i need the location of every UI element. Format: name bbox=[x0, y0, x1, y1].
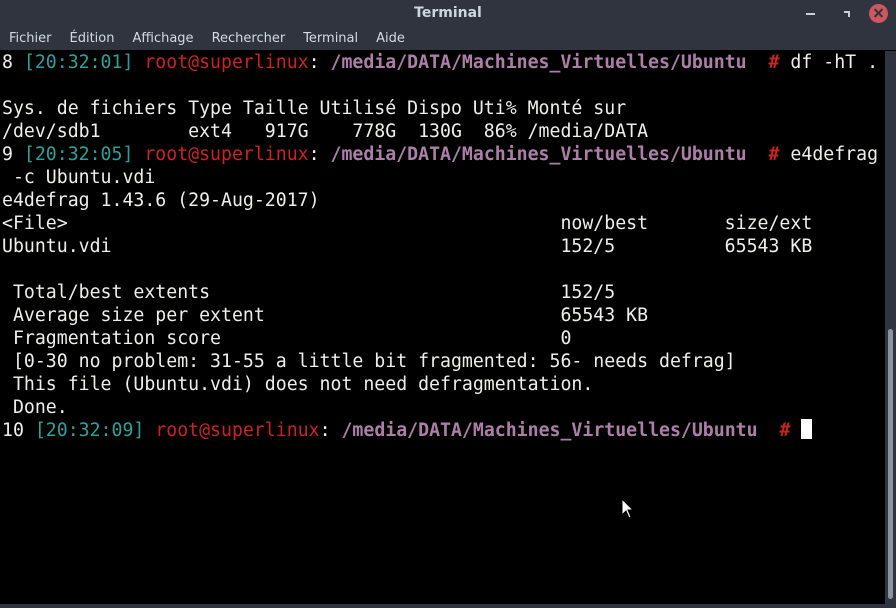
prompt-hash: # bbox=[768, 144, 780, 165]
stat-line: Done. bbox=[2, 397, 68, 418]
prompt-hash: # bbox=[779, 420, 791, 441]
line-number: 9 bbox=[2, 144, 13, 165]
line-number: 8 bbox=[2, 52, 13, 73]
menu-fichier[interactable]: Fichier bbox=[0, 27, 61, 50]
command-text: e4defrag bbox=[790, 144, 879, 165]
menu-edition[interactable]: Édition bbox=[61, 27, 124, 50]
prompt-time: [20:32:05] bbox=[23, 144, 134, 165]
command-text: df -hT . bbox=[790, 52, 879, 73]
scrollbar-thumb[interactable] bbox=[888, 329, 893, 599]
prompt-colon: : bbox=[308, 144, 320, 165]
stat-line: Total/best extents 152/5 bbox=[2, 282, 616, 303]
command-continuation: -c Ubuntu.vdi bbox=[2, 167, 156, 188]
stat-line: Fragmentation score 0 bbox=[2, 328, 572, 349]
prompt-line: 9 [20:32:05] root@superlinux: /media/DAT… bbox=[0, 143, 885, 166]
prompt-path: /media/DATA/Machines_Virtuelles/Ubuntu bbox=[330, 144, 747, 165]
prompt-user: root@superlinux bbox=[144, 52, 309, 73]
prompt-line: 8 [20:32:01] root@superlinux: /media/DAT… bbox=[0, 51, 885, 74]
prompt-colon: : bbox=[308, 52, 320, 73]
terminal-output[interactable]: 8 [20:32:01] root@superlinux: /media/DAT… bbox=[0, 51, 885, 604]
menu-rechercher[interactable]: Rechercher bbox=[203, 27, 295, 50]
prompt-colon: : bbox=[319, 420, 331, 441]
text-cursor bbox=[801, 419, 813, 439]
window-border bbox=[0, 604, 896, 608]
table-row: Ubuntu.vdi 152/5 65543 KB bbox=[2, 236, 813, 257]
df-row: /dev/sdb1 ext4 917G 778G 130G 86% /media… bbox=[2, 121, 649, 142]
prompt-time: [20:32:01] bbox=[23, 52, 134, 73]
menu-terminal[interactable]: Terminal bbox=[294, 27, 367, 50]
line-number: 10 bbox=[2, 420, 24, 441]
prompt-path: /media/DATA/Machines_Virtuelles/Ubuntu bbox=[330, 52, 747, 73]
prompt-path: /media/DATA/Machines_Virtuelles/Ubuntu bbox=[341, 420, 758, 441]
prompt-user: root@superlinux bbox=[144, 144, 309, 165]
table-header: <File> now/best size/ext bbox=[2, 213, 813, 234]
scrollbar[interactable] bbox=[885, 51, 896, 604]
menu-affichage[interactable]: Affichage bbox=[123, 27, 202, 50]
stat-line: [0-30 no problem: 31-55 a little bit fra… bbox=[2, 351, 736, 372]
prompt-user: root@superlinux bbox=[155, 420, 320, 441]
window-title: Terminal bbox=[414, 5, 482, 21]
stat-line: This file (Ubuntu.vdi) does not need def… bbox=[2, 374, 594, 395]
df-header: Sys. de fichiers Type Taille Utilisé Dis… bbox=[2, 98, 627, 119]
e4defrag-version: e4defrag 1.43.6 (29-Aug-2017) bbox=[2, 190, 320, 211]
menu-aide[interactable]: Aide bbox=[367, 27, 414, 50]
minimize-icon[interactable] bbox=[801, 4, 820, 23]
maximize-icon[interactable] bbox=[837, 4, 856, 23]
title-bar[interactable]: Terminal bbox=[0, 0, 896, 27]
mouse-pointer-icon bbox=[621, 498, 635, 519]
menu-bar: Fichier Édition Affichage Rechercher Ter… bbox=[0, 27, 896, 50]
terminal-window: Terminal Fichier Édition Affichage Reche… bbox=[0, 0, 896, 608]
prompt-time: [20:32:09] bbox=[34, 420, 145, 441]
stat-line: Average size per extent 65543 KB bbox=[2, 305, 649, 326]
prompt-line: 10 [20:32:09] root@superlinux: /media/DA… bbox=[0, 419, 885, 442]
close-icon[interactable] bbox=[869, 4, 888, 23]
prompt-hash: # bbox=[768, 52, 780, 73]
